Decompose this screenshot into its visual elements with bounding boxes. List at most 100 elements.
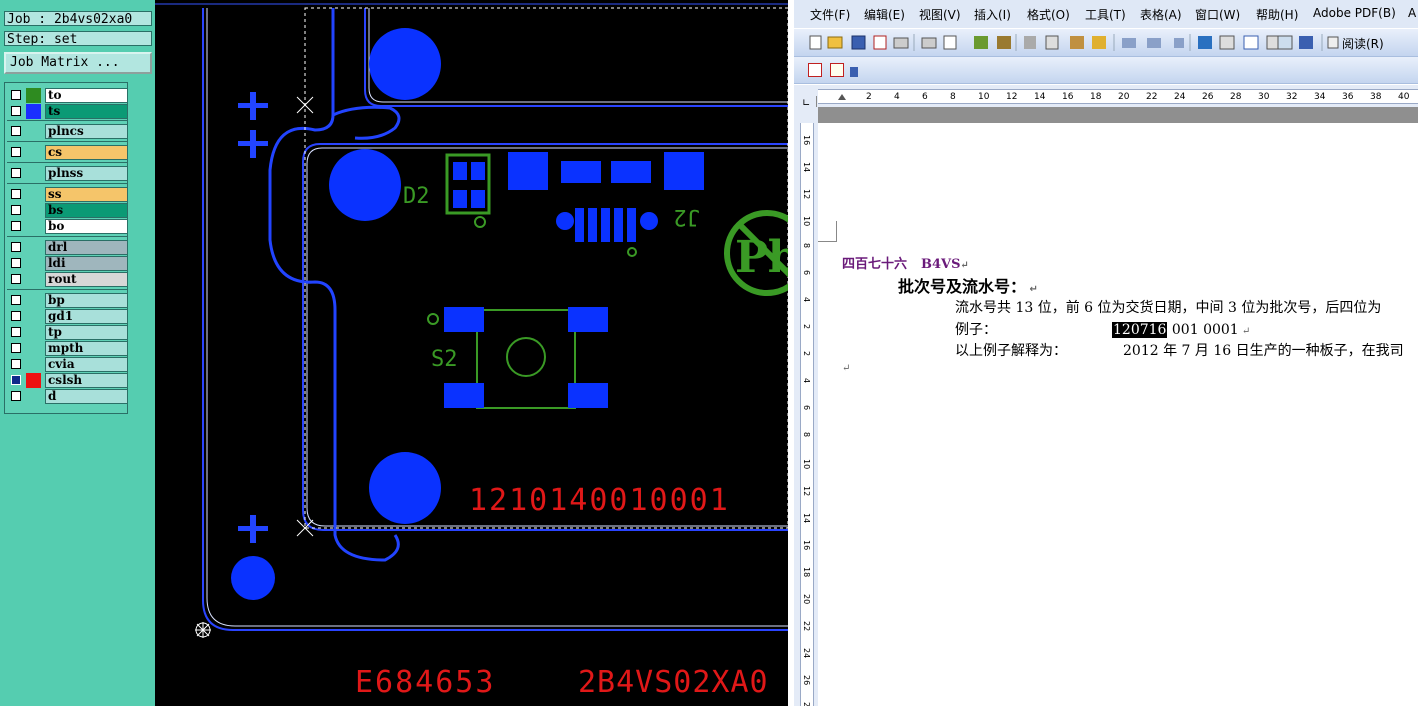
pdf-email-icon[interactable] [830,63,844,77]
layer-row-drl[interactable]: drl [7,240,128,255]
ruler-number: 38 [1370,92,1382,102]
layer-row-plnss[interactable]: plnss [7,166,128,181]
read-mode-button[interactable]: 阅读(R) [1342,35,1384,52]
layer-color-swatch[interactable] [26,219,41,234]
layer-color-swatch[interactable] [26,145,41,160]
layer-color-swatch[interactable] [26,240,41,255]
layer-name[interactable]: plncs [45,124,128,139]
layer-color-swatch[interactable] [26,341,41,356]
layer-checkbox[interactable] [11,311,21,321]
layer-name[interactable]: cslsh [45,373,128,388]
layer-checkbox[interactable] [11,205,21,215]
layer-row-cslsh[interactable]: cslsh [7,373,128,388]
layer-checkbox[interactable] [11,106,21,116]
layer-name[interactable]: to [45,88,128,103]
ruler-number: 2 [802,351,811,357]
layer-color-swatch[interactable] [26,325,41,340]
layer-row-bo[interactable]: bo [7,219,128,234]
menu-item[interactable]: Adobe PDF(B) [1313,6,1396,20]
layer-checkbox[interactable] [11,221,21,231]
layer-row-gd1[interactable]: gd1 [7,309,128,324]
layer-row-rout[interactable]: rout [7,272,128,287]
ruler-number: 26 [1202,92,1214,102]
layer-row-cs[interactable]: cs [7,145,128,160]
cam-layer-panel: Job : 2b4vs02xa0 Step: set Job Matrix ..… [0,0,155,706]
layer-row-d[interactable]: d [7,389,128,404]
layer-checkbox[interactable] [11,147,21,157]
toolbar-icons[interactable] [794,29,1418,56]
layer-row-ss[interactable]: ss [7,187,128,202]
layer-checkbox[interactable] [11,258,21,268]
layer-color-swatch[interactable] [26,389,41,404]
layer-color-swatch[interactable] [26,187,41,202]
layer-name[interactable]: ldi [45,256,128,271]
layer-row-bp[interactable]: bp [7,293,128,308]
menu-item[interactable]: 帮助(H) [1256,6,1298,23]
horizontal-ruler[interactable]: 2 4 6 8 10 12 14 16 18 20 22 24 26 28 30 32 34 36 38 40 [794,85,1418,107]
toolbar-options-icon[interactable] [850,67,858,77]
layer-color-swatch[interactable] [26,272,41,287]
layer-name[interactable]: ts [45,104,128,119]
layer-color-swatch[interactable] [26,88,41,103]
layer-name[interactable]: drl [45,240,128,255]
layer-row-to[interactable]: to [7,88,128,103]
layer-checkbox[interactable] [11,126,21,136]
layer-name[interactable]: d [45,389,128,404]
layer-checkbox[interactable] [11,242,21,252]
layer-color-swatch[interactable] [26,166,41,181]
layer-checkbox[interactable] [11,168,21,178]
layer-name[interactable]: tp [45,325,128,340]
layer-color-swatch[interactable] [26,256,41,271]
pdf-convert-icon[interactable] [808,63,822,77]
layer-name[interactable]: cvia [45,357,128,372]
layer-checkbox[interactable] [11,343,21,353]
layer-name[interactable]: gd1 [45,309,128,324]
menu-item[interactable]: 工具(T) [1085,6,1126,23]
layer-row-cvia[interactable]: cvia [7,357,128,372]
indent-marker[interactable] [838,94,846,100]
layer-row-tp[interactable]: tp [7,325,128,340]
layer-row-ts[interactable]: ts [7,104,128,119]
menu-item[interactable]: 窗口(W) [1195,6,1240,23]
layer-name[interactable]: bp [45,293,128,308]
layer-color-swatch[interactable] [26,293,41,308]
layer-checkbox[interactable] [11,90,21,100]
menu-item[interactable]: 表格(A) [1140,6,1182,23]
layer-name[interactable]: bs [45,203,128,218]
layer-checkbox[interactable] [11,375,21,385]
layer-row-plncs[interactable]: plncs [7,124,128,139]
vertical-ruler[interactable]: 161412108642246810121416182022242628 [794,107,818,706]
layer-name[interactable]: ss [45,187,128,202]
layer-name[interactable]: cs [45,145,128,160]
layer-color-swatch[interactable] [26,203,41,218]
layer-color-swatch[interactable] [26,373,41,388]
layer-name[interactable]: rout [45,272,128,287]
layer-checkbox[interactable] [11,359,21,369]
layer-color-swatch[interactable] [26,104,41,119]
layer-name[interactable]: bo [45,219,128,234]
layer-name[interactable]: mpth [45,341,128,356]
job-matrix-button[interactable]: Job Matrix ... [4,52,152,74]
example-rest: 001 0001 [1167,322,1239,338]
layer-row-mpth[interactable]: mpth [7,341,128,356]
menu-item[interactable]: 文件(F) [810,6,850,23]
layer-row-bs[interactable]: bs [7,203,128,218]
layer-checkbox[interactable] [11,295,21,305]
menu-item[interactable]: 格式(O) [1027,6,1070,23]
layer-color-swatch[interactable] [26,309,41,324]
menu-item[interactable]: 视图(V) [919,6,961,23]
layer-row-ldi[interactable]: ldi [7,256,128,271]
cad-canvas[interactable]: D2 J2 Pb S2 1210140010001 E684653 2B4VS0… [155,0,788,706]
layer-color-swatch[interactable] [26,357,41,372]
layer-name[interactable]: plnss [45,166,128,181]
layer-checkbox[interactable] [11,327,21,337]
layer-color-swatch[interactable] [26,124,41,139]
menu-item[interactable]: 插入(I) [974,6,1011,23]
layer-checkbox[interactable] [11,274,21,284]
menu-item[interactable]: 编辑(E) [864,6,905,23]
ruler-number: 8 [802,243,811,249]
layer-checkbox[interactable] [11,391,21,401]
document-area[interactable]: 四百七十六 B4VS ↵ 批次号及流水号： ↵ 流水号共 13 位，前 6 位为交货… [818,123,1418,706]
menu-item[interactable]: A [1408,6,1416,20]
layer-checkbox[interactable] [11,189,21,199]
